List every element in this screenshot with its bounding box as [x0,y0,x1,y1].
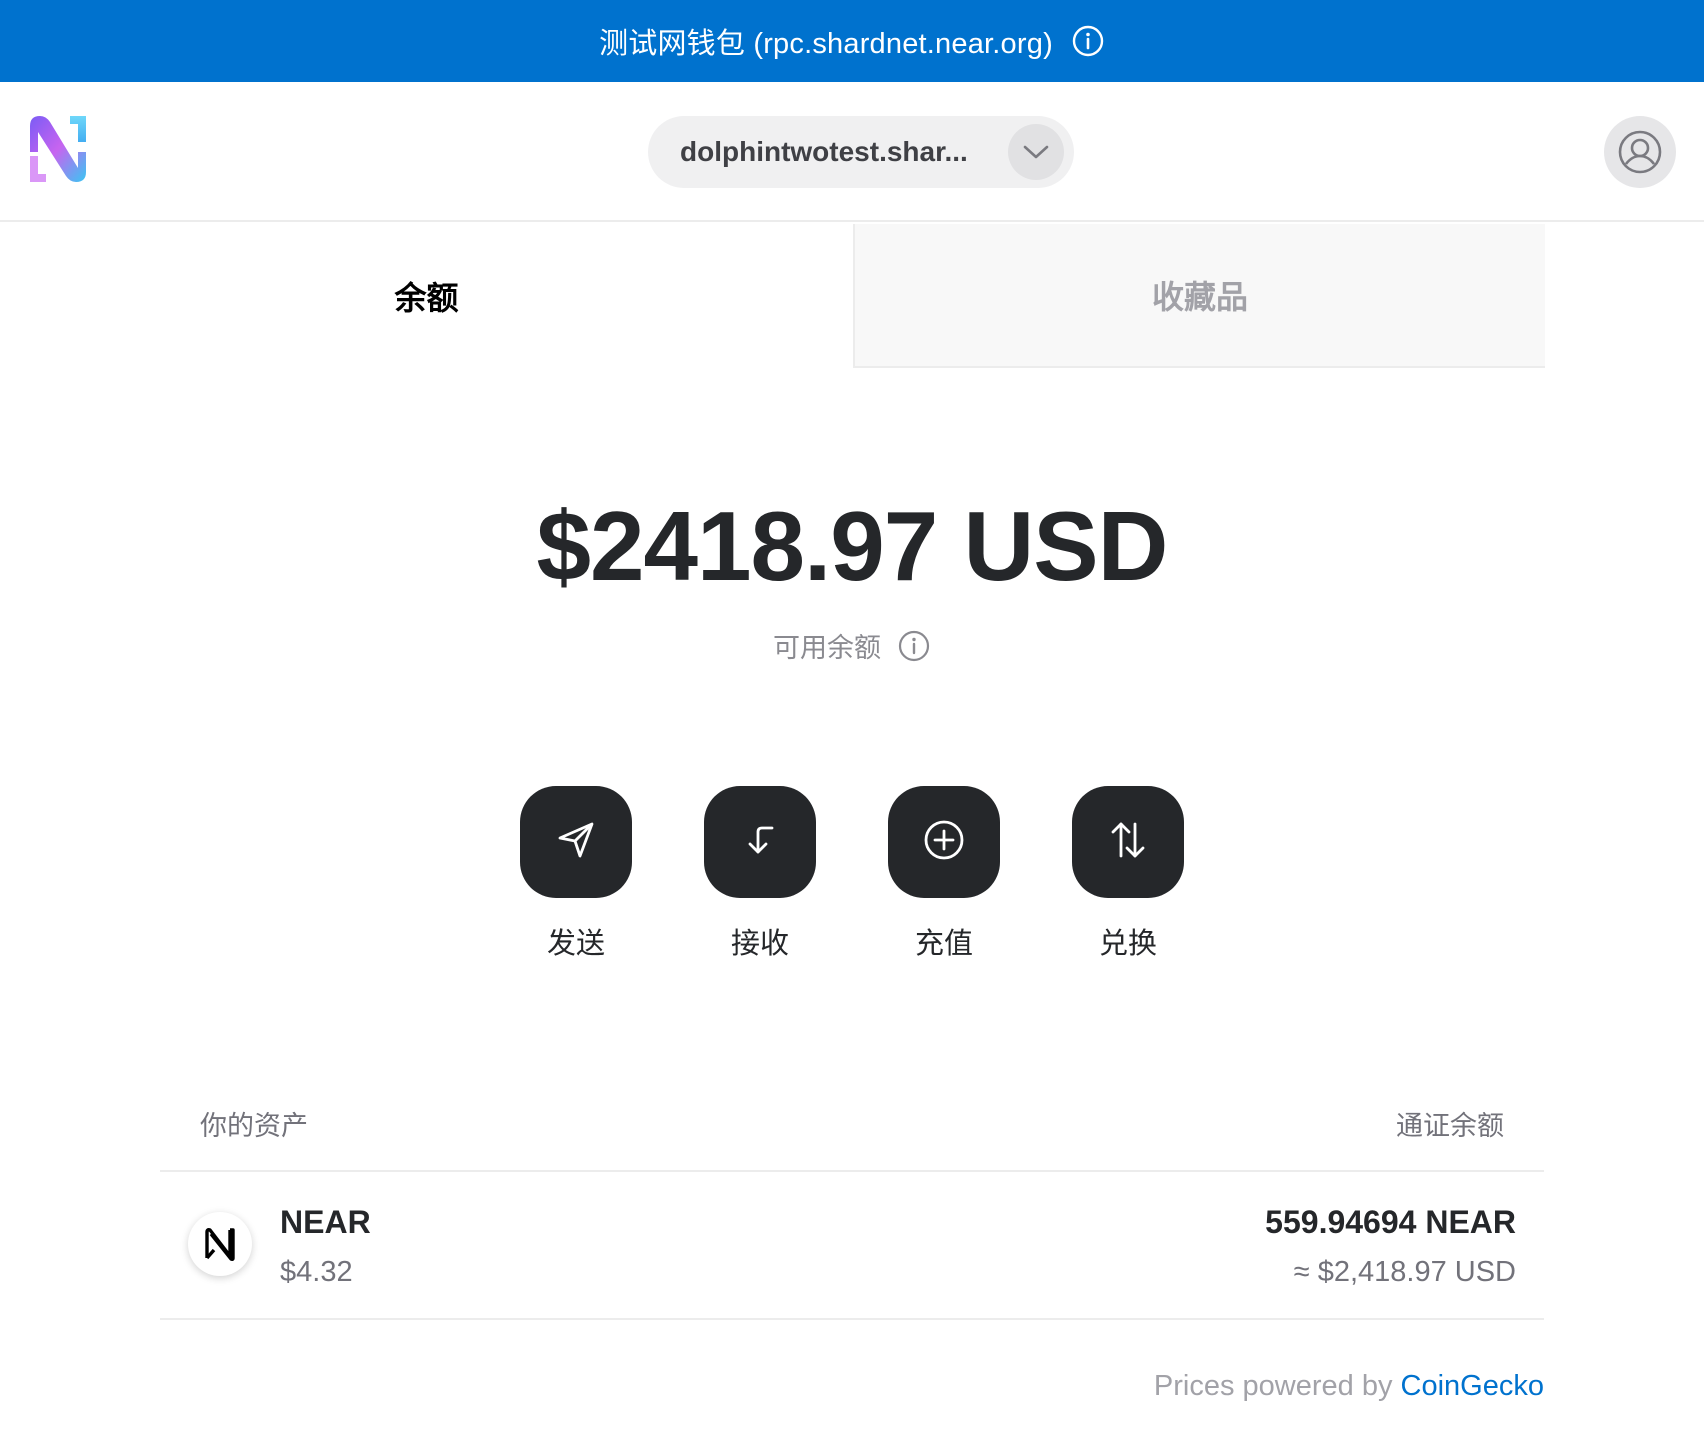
receive-action[interactable]: 接收 [704,786,816,962]
send-button[interactable] [520,786,632,898]
token-price: $4.32 [280,1256,353,1288]
price-credit: Prices powered by CoinGecko [1154,1370,1544,1403]
send-action[interactable]: 发送 [520,786,632,962]
account-name: dolphintwotest.shar... [680,136,968,167]
token-fiat-value: ≈ $2,418.97 USD [1293,1256,1516,1288]
send-label: 发送 [546,928,605,960]
send-icon [554,818,598,867]
asset-row-near[interactable]: NEAR $4.32 559.94694 NEAR ≈ $2,418.97 US… [160,1172,1544,1320]
near-wallet-logo[interactable] [26,112,90,184]
info-icon[interactable] [1071,24,1105,58]
account-switcher[interactable]: dolphintwotest.shar... [648,116,1074,188]
receive-icon [738,818,782,867]
available-balance-row: 可用余额 [0,626,1704,665]
receive-button[interactable] [704,786,816,898]
tab-collectibles[interactable]: 收藏品 [853,224,1545,368]
tab-balance[interactable]: 余额 [0,224,853,368]
near-token-icon [188,1212,252,1276]
available-balance-label: 可用余额 [773,633,881,663]
token-amount: 559.94694 NEAR [1265,1204,1516,1240]
top-up-button[interactable] [888,786,1000,898]
price-credit-text: Prices powered by [1153,1370,1401,1402]
swap-action[interactable]: 兑换 [1072,786,1184,962]
user-profile-icon[interactable] [1604,116,1676,188]
receive-label: 接收 [730,928,789,960]
top-up-label: 充值 [914,928,973,960]
total-balance: $2418.97 USD [536,491,1169,601]
token-symbol: NEAR [280,1204,371,1240]
swap-label: 兑换 [1098,928,1157,960]
assets-title: 你的资产 [200,1111,308,1141]
swap-button[interactable] [1072,786,1184,898]
token-balance-title: 通证余额 [1396,1111,1504,1141]
tab-bar: 余额 收藏品 [0,224,1545,368]
testnet-banner: 测试网钱包 (rpc.shardnet.near.org) [0,0,1704,82]
swap-icon [1106,818,1150,867]
plus-circle-icon [922,818,966,867]
coingecko-link[interactable]: CoinGecko [1401,1370,1544,1402]
top-up-action[interactable]: 充值 [888,786,1000,962]
testnet-banner-text: 测试网钱包 (rpc.shardnet.near.org) [599,28,1053,60]
app-header: dolphintwotest.shar... [0,82,1704,222]
assets-header: 你的资产 通证余额 [160,1096,1544,1172]
chevron-down-icon[interactable] [1008,124,1064,180]
info-icon[interactable] [897,629,931,663]
